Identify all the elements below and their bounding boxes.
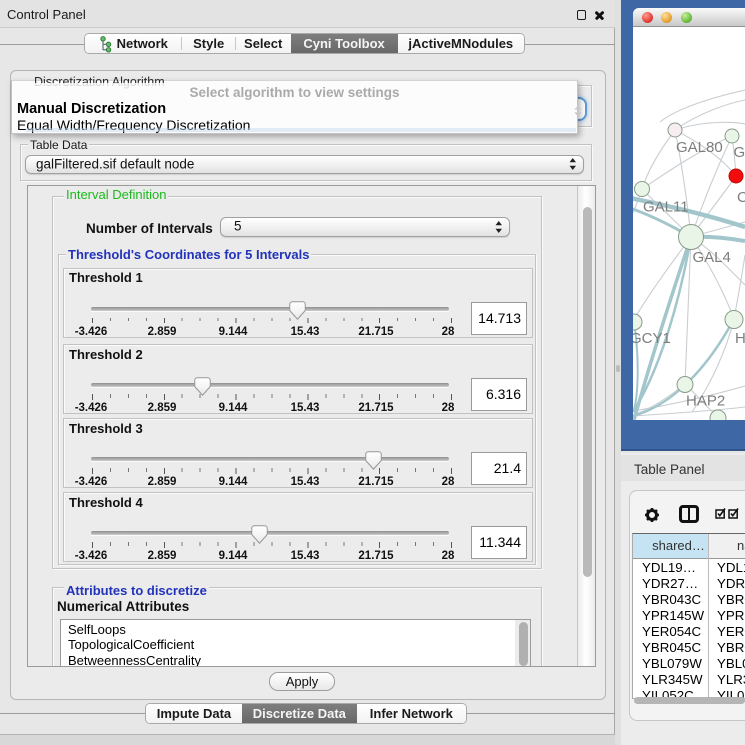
svg-text:GA: GA	[734, 144, 745, 161]
svg-text:GAL4: GAL4	[693, 249, 731, 266]
svg-text:GAL11: GAL11	[643, 199, 689, 216]
svg-text:GAL80: GAL80	[676, 139, 723, 156]
svg-text:C: C	[737, 189, 745, 206]
svg-text:HAP2: HAP2	[686, 393, 725, 410]
svg-text:H: H	[735, 330, 745, 347]
svg-text:GCY1: GCY1	[633, 330, 671, 347]
